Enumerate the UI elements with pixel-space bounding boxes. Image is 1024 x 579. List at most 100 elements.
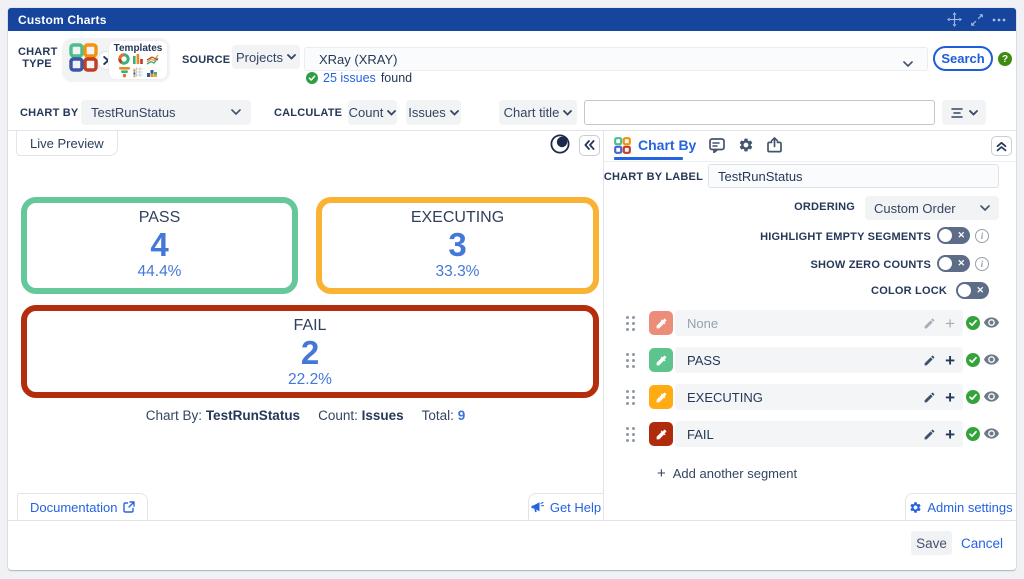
collapse-preview-button[interactable] xyxy=(579,135,600,156)
info-icon[interactable]: i xyxy=(975,229,989,243)
chart-by-dropdown[interactable]: TestRunStatus xyxy=(81,100,251,125)
segment-tile-executing: EXECUTING 3 33.3% xyxy=(316,197,599,294)
drag-handle-icon[interactable] xyxy=(626,353,629,356)
edit-segment-icon[interactable] xyxy=(923,428,936,441)
issues-found-link[interactable]: 25 issues xyxy=(323,71,376,85)
chart-title-input[interactable] xyxy=(584,100,935,125)
segment-enabled-icon[interactable] xyxy=(966,390,980,409)
segment-visibility-icon[interactable] xyxy=(984,354,999,365)
tile-value: 3 xyxy=(448,226,467,263)
color-swatch-button[interactable] xyxy=(649,422,673,446)
highlight-empty-segments-toggle[interactable]: ✕ xyxy=(937,227,970,244)
double-chevron-left-icon xyxy=(584,139,595,150)
color-lock-toggle[interactable]: ✕ xyxy=(956,282,989,299)
get-help-link[interactable]: Get Help xyxy=(528,493,603,520)
more-options-icon[interactable] xyxy=(992,18,1006,22)
add-value-icon[interactable]: + xyxy=(945,352,955,369)
chart-type-selector[interactable]: Templates xyxy=(62,38,170,82)
drag-handle-icon[interactable] xyxy=(626,427,629,430)
segment-visibility-icon[interactable] xyxy=(984,317,999,328)
color-swatch-button[interactable] xyxy=(649,348,673,372)
segment-label: EXECUTING xyxy=(687,389,763,405)
ordering-dropdown[interactable]: Custom Order xyxy=(865,196,999,220)
source-label: SOURCE xyxy=(182,54,231,66)
chart-by-label-input[interactable] xyxy=(708,164,999,188)
cancel-button[interactable]: Cancel xyxy=(961,536,1003,551)
segment-row-fail: FAIL + xyxy=(610,421,1000,447)
color-swatch-button[interactable] xyxy=(649,385,673,409)
chart-title-align-dropdown[interactable] xyxy=(942,100,986,125)
chevron-down-icon[interactable] xyxy=(903,56,913,71)
collapse-panel-button[interactable] xyxy=(991,136,1012,156)
get-help-label: Get Help xyxy=(549,499,602,515)
tile-title: FAIL xyxy=(293,317,327,334)
info-icon[interactable]: i xyxy=(975,257,989,271)
tile-percentage: 33.3% xyxy=(435,263,480,280)
chevron-down-icon xyxy=(231,109,241,116)
segment-visibility-icon[interactable] xyxy=(984,391,999,402)
tile-title: EXECUTING xyxy=(410,209,505,226)
chevron-down-icon xyxy=(980,204,990,211)
color-swatch-button[interactable] xyxy=(649,311,673,335)
theme-toggle-icon[interactable] xyxy=(550,134,570,159)
expand-gadget-icon[interactable] xyxy=(971,13,983,26)
edit-segment-icon[interactable] xyxy=(923,391,936,404)
edit-segment-icon[interactable] xyxy=(923,317,936,330)
segment-visibility-icon[interactable] xyxy=(984,428,999,439)
calculate-label: CALCULATE xyxy=(274,107,343,119)
issues-found-status: 25 issues found xyxy=(306,71,412,85)
admin-settings-link[interactable]: Admin settings xyxy=(905,493,1016,520)
live-preview-tab: Live Preview xyxy=(16,131,118,156)
calculate-dropdown[interactable]: Count xyxy=(348,100,397,125)
help-icon[interactable]: ? xyxy=(998,52,1012,66)
source-type-value: Projects xyxy=(236,49,283,65)
chevron-down-icon xyxy=(387,109,397,116)
source-input[interactable]: XRay (XRAY) xyxy=(304,47,928,71)
show-zero-counts-toggle[interactable]: ✕ xyxy=(937,255,970,272)
drag-handle-icon[interactable] xyxy=(626,316,629,319)
source-value: XRay (XRAY) xyxy=(319,51,398,67)
drag-handle-icon[interactable] xyxy=(626,390,629,393)
segment-enabled-icon[interactable] xyxy=(966,316,980,335)
documentation-label: Documentation xyxy=(30,499,118,515)
search-button[interactable]: Search xyxy=(933,46,993,71)
add-another-segment-button[interactable]: + Add another segment xyxy=(657,465,797,482)
add-value-icon[interactable]: + xyxy=(945,389,955,406)
segment-enabled-icon[interactable] xyxy=(966,353,980,372)
custom-charts-gadget: Custom Charts CHART TYPE Templates SOURC… xyxy=(8,8,1016,570)
eyedropper-icon xyxy=(656,429,666,439)
tab-tooltips[interactable] xyxy=(709,137,726,153)
gadget-title: Custom Charts xyxy=(18,12,107,27)
segment-enabled-icon[interactable] xyxy=(966,427,980,446)
source-type-dropdown[interactable]: Projects xyxy=(232,45,300,69)
table-icon xyxy=(132,65,144,83)
templates-option[interactable]: Templates xyxy=(108,40,168,80)
show-zero-counts-label: SHOW ZERO COUNTS xyxy=(810,259,931,271)
save-button[interactable]: Save xyxy=(911,531,952,555)
comment-icon xyxy=(709,137,726,153)
tile-value: 4 xyxy=(150,226,169,263)
preview-panel-divider xyxy=(603,130,604,520)
tab-chart-by[interactable]: Chart By xyxy=(614,136,696,154)
segment-label: PASS xyxy=(687,352,721,368)
calculate-value: Count xyxy=(348,105,384,120)
tab-export[interactable] xyxy=(767,137,783,153)
calculate-unit-dropdown[interactable]: Issues xyxy=(406,100,461,125)
add-value-icon[interactable]: + xyxy=(945,426,955,443)
chart-title-label: Chart title xyxy=(503,105,560,120)
megaphone-icon xyxy=(531,502,544,513)
documentation-link[interactable]: Documentation xyxy=(17,493,149,520)
tile-title: PASS xyxy=(138,209,181,226)
share-export-icon xyxy=(767,137,783,153)
chart-title-dropdown[interactable]: Chart title xyxy=(499,100,577,125)
chart-caption: Chart By: TestRunStatus Count: Issues To… xyxy=(145,408,466,423)
align-center-icon xyxy=(950,107,963,118)
move-gadget-icon[interactable] xyxy=(947,12,962,27)
highlight-empty-segments-label: HIGHLIGHT EMPTY SEGMENTS xyxy=(760,231,931,243)
config-preview-divider xyxy=(8,130,1016,131)
tab-settings[interactable] xyxy=(738,137,754,153)
edit-segment-icon[interactable] xyxy=(923,354,936,367)
add-value-icon[interactable]: + xyxy=(945,315,955,332)
footer-divider xyxy=(8,520,1016,521)
segment-tile-pass: PASS 4 44.4% xyxy=(21,197,298,294)
